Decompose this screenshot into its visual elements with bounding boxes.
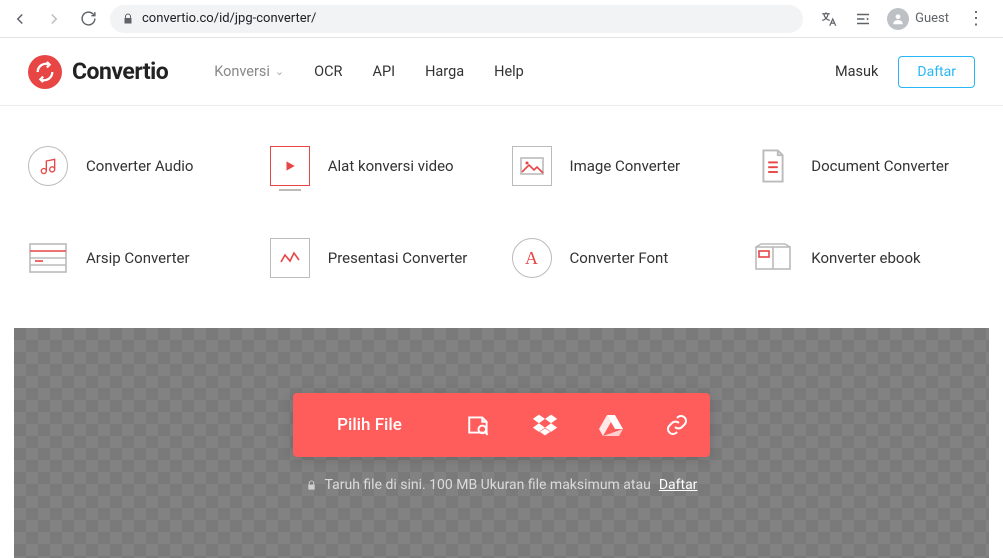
category-image[interactable]: Image Converter: [512, 146, 734, 186]
nav-help[interactable]: Help: [494, 63, 524, 80]
reload-button[interactable]: [76, 7, 100, 31]
source-gdrive-button[interactable]: [578, 393, 644, 457]
font-icon: A: [512, 238, 552, 278]
reader-icon[interactable]: [853, 9, 873, 29]
nav-harga[interactable]: Harga: [425, 63, 464, 80]
browser-right-controls: Guest ⋮: [813, 8, 995, 30]
login-link[interactable]: Masuk: [835, 63, 878, 80]
category-archive[interactable]: Arsip Converter: [28, 238, 250, 278]
translate-icon[interactable]: [819, 9, 839, 29]
nav-konversi-label: Konversi: [214, 63, 270, 80]
brand-logo[interactable]: Convertio: [28, 55, 168, 89]
file-drop-zone[interactable]: Pilih File Taruh file di sini. 100 MB Uk…: [14, 328, 989, 558]
main-nav: Konversi ⌄ OCR API Harga Help: [214, 63, 524, 80]
signup-button[interactable]: Daftar: [898, 56, 975, 88]
category-document[interactable]: Document Converter: [753, 146, 975, 186]
category-font[interactable]: A Converter Font: [512, 238, 734, 278]
profile-chip[interactable]: Guest: [887, 8, 949, 30]
document-icon: [753, 146, 793, 186]
address-bar[interactable]: convertio.co/id/jpg-converter/: [110, 5, 803, 33]
category-document-label: Document Converter: [811, 157, 949, 175]
nav-api[interactable]: API: [373, 63, 396, 80]
browser-menu-button[interactable]: ⋮: [963, 8, 989, 29]
category-image-label: Image Converter: [570, 157, 681, 175]
category-video[interactable]: Alat konversi video: [270, 146, 492, 186]
source-dropbox-button[interactable]: [512, 393, 578, 457]
lock-icon: [122, 13, 134, 25]
presentation-icon: [270, 238, 310, 278]
video-icon: [270, 146, 310, 186]
chevron-down-icon: ⌄: [275, 65, 284, 78]
brand-name: Convertio: [72, 58, 168, 85]
browser-toolbar: convertio.co/id/jpg-converter/ Guest ⋮: [0, 0, 1003, 38]
category-font-label: Converter Font: [570, 249, 669, 267]
category-presentation-label: Presentasi Converter: [328, 249, 468, 267]
forward-button[interactable]: [42, 7, 66, 31]
category-ebook-label: Konverter ebook: [811, 249, 920, 267]
drop-caption-signup-link[interactable]: Daftar: [659, 477, 698, 493]
choose-file-button[interactable]: Pilih File: [293, 393, 446, 457]
category-presentation[interactable]: Presentasi Converter: [270, 238, 492, 278]
avatar-icon: [887, 8, 909, 30]
profile-label: Guest: [915, 11, 949, 26]
archive-icon: [28, 238, 68, 278]
drop-caption-text: Taruh file di sini. 100 MB Ukuran file m…: [325, 477, 651, 493]
category-video-label: Alat konversi video: [328, 157, 454, 175]
category-audio[interactable]: Converter Audio: [28, 146, 250, 186]
category-ebook[interactable]: Konverter ebook: [753, 238, 975, 278]
source-url-button[interactable]: [644, 393, 710, 457]
image-icon: [512, 146, 552, 186]
category-audio-label: Converter Audio: [86, 157, 193, 175]
back-button[interactable]: [8, 7, 32, 31]
url-text: convertio.co/id/jpg-converter/: [142, 11, 316, 26]
audio-icon: [28, 146, 68, 186]
lock-small-icon: [306, 480, 317, 491]
nav-ocr[interactable]: OCR: [314, 63, 342, 80]
logo-mark-icon: [28, 55, 62, 89]
source-device-button[interactable]: [446, 393, 512, 457]
file-picker-row: Pilih File: [293, 393, 710, 457]
konversi-dropdown: Converter Audio Alat konversi video Imag…: [0, 106, 1003, 328]
ebook-icon: [753, 238, 793, 278]
header-right: Masuk Daftar: [835, 56, 975, 88]
drop-caption: Taruh file di sini. 100 MB Ukuran file m…: [306, 477, 698, 493]
site-header: Convertio Konversi ⌄ OCR API Harga Help …: [0, 38, 1003, 106]
nav-konversi[interactable]: Konversi ⌄: [214, 63, 284, 80]
category-archive-label: Arsip Converter: [86, 249, 190, 267]
